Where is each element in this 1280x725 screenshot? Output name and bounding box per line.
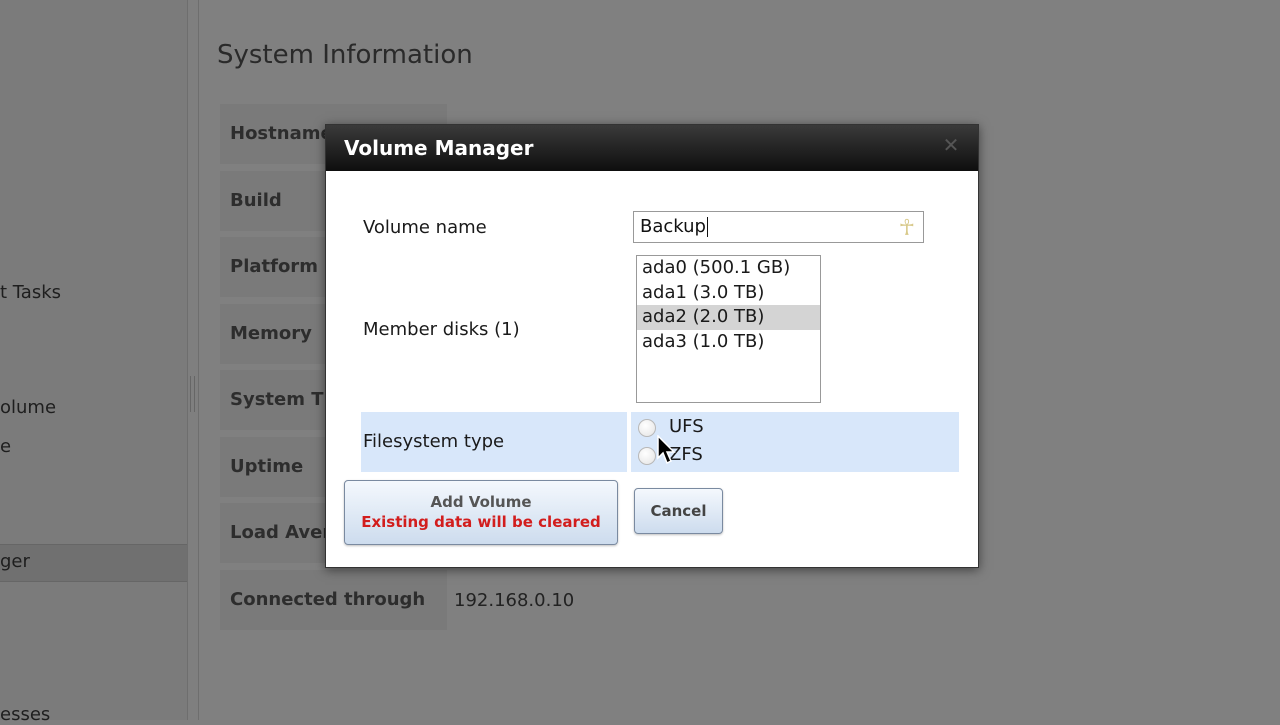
sidebar-item-e[interactable]: e [0,436,11,457]
volume-name-input[interactable]: Backup ☥ [633,211,924,243]
sidebar-item-label: t Tasks [0,282,62,303]
disk-option-ada0[interactable]: ada0 (500.1 GB) [637,256,820,281]
volume-name-label: Volume name [363,217,487,238]
disk-option-ada3[interactable]: ada3 (1.0 TB) [637,330,820,355]
volume-manager-dialog: Volume Manager ✕ Volume name Backup ☥ Me… [325,124,979,568]
filesystem-type-label: Filesystem type [363,431,505,452]
sidebar-item-label: e [0,436,12,457]
ankh-icon: ☥ [898,216,915,241]
sidebar: t Tasks olume e ger esses [0,0,188,725]
dialog-title: Volume Manager [344,136,534,160]
info-value-connected-through: 192.168.0.10 [454,590,575,611]
add-volume-warning: Existing data will be cleared [361,513,601,531]
disk-option-ada2[interactable]: ada2 (2.0 TB) [637,305,820,330]
row-divider [627,412,631,472]
mouse-pointer-icon [657,435,676,465]
sidebar-item-label: ger [0,551,30,572]
dialog-header: Volume Manager ✕ [326,125,978,171]
page-title: System Information [217,40,473,70]
add-volume-label: Add Volume [430,493,532,511]
disk-option-ada1[interactable]: ada1 (3.0 TB) [637,281,820,306]
ufs-radio[interactable] [638,419,656,437]
cancel-button[interactable]: Cancel [634,488,723,534]
sidebar-item-label: esses [0,704,51,725]
pane-splitter-handle[interactable] [190,376,195,412]
zfs-radio[interactable] [638,447,656,465]
sidebar-item-manager[interactable]: ger [0,551,30,572]
sidebar-item-processes[interactable]: esses [0,704,50,725]
ufs-radio-label[interactable]: UFS [669,416,704,437]
sidebar-item-volume[interactable]: olume [0,397,56,418]
text-caret [706,217,708,237]
add-volume-button[interactable]: Add Volume Existing data will be cleared [344,480,618,545]
close-icon[interactable]: ✕ [940,134,962,156]
member-disks-label: Member disks (1) [363,319,520,340]
member-disks-listbox[interactable]: ada0 (500.1 GB) ada1 (3.0 TB) ada2 (2.0 … [636,255,821,403]
volume-name-value: Backup [640,216,706,237]
sidebar-item-label: olume [0,397,57,418]
info-label-connected-through: Connected through [220,570,447,630]
sidebar-item-tasks[interactable]: t Tasks [0,282,61,303]
